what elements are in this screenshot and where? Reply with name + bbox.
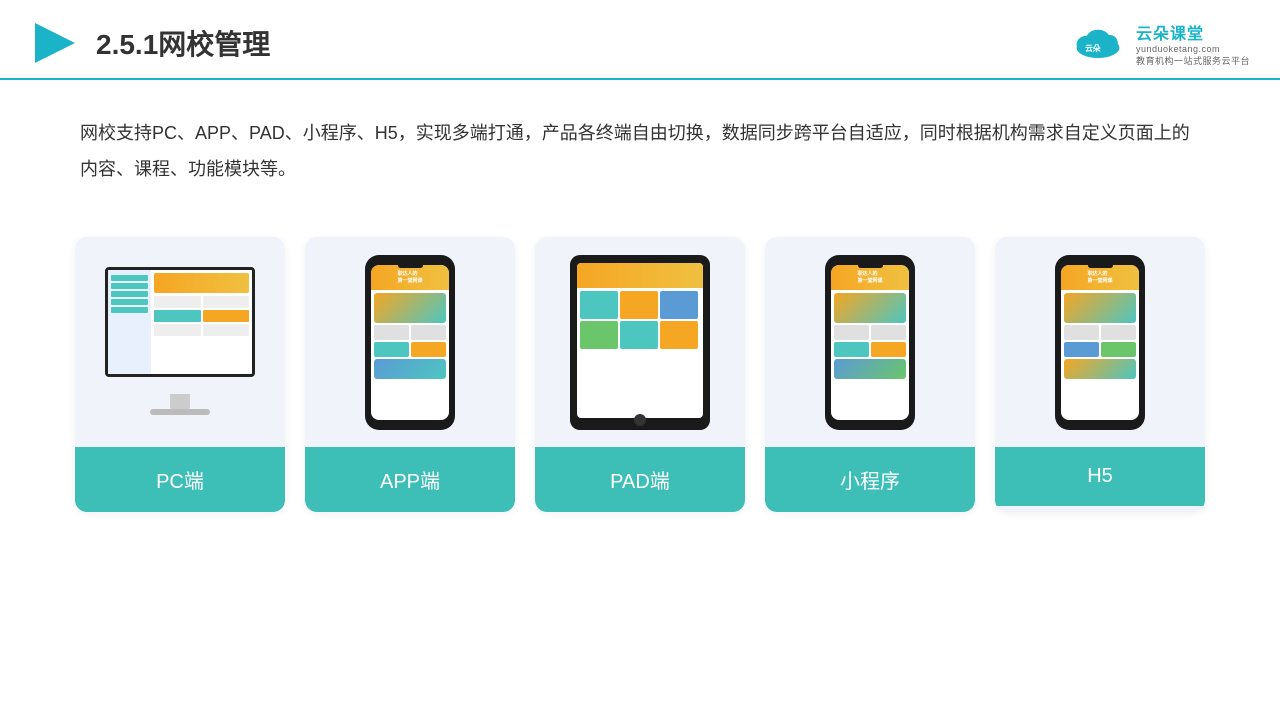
tablet-home-btn (634, 414, 646, 426)
pc-image-area (75, 237, 285, 447)
tablet-header (577, 263, 703, 288)
phone-card1 (374, 293, 446, 323)
pad-image-area (535, 237, 745, 447)
phone-card2 (374, 359, 446, 379)
monitor-base (150, 409, 210, 415)
cards-container: PC端 职达人的第一堂网课 (0, 217, 1280, 532)
miniprogram-label: 小程序 (765, 447, 975, 512)
tablet-content (577, 288, 703, 352)
pc-label: PC端 (75, 447, 285, 512)
miniprogram-image-area: 职达人的第一堂网课 (765, 237, 975, 447)
phone-screen-header-h5: 职达人的第一堂网课 (1061, 265, 1139, 290)
pad-label: PAD端 (535, 447, 745, 512)
phone-item1 (374, 325, 409, 340)
phone-screen-header: 职达人的第一堂网课 (371, 265, 449, 290)
phone-mockup-mini: 职达人的第一堂网课 (825, 255, 915, 430)
phone-screen-mini: 职达人的第一堂网课 (831, 265, 909, 420)
phone-notch-mini (858, 263, 883, 268)
phone-screen-content (371, 290, 449, 384)
description-paragraph: 网校支持PC、APP、PAD、小程序、H5，实现多端打通，产品各终端自由切换，数… (80, 115, 1200, 187)
phone-item4 (411, 342, 446, 357)
tablet-screen (577, 263, 703, 418)
tablet-block2 (620, 291, 658, 319)
monitor-screen (105, 267, 255, 377)
tablet-block4 (580, 321, 618, 349)
h5-card2 (1064, 359, 1136, 379)
description-text: 网校支持PC、APP、PAD、小程序、H5，实现多端打通，产品各终端自由切换，数… (0, 80, 1280, 207)
phone-item3 (374, 342, 409, 357)
monitor-mockup (95, 257, 265, 427)
card-pc: PC端 (75, 237, 285, 512)
h5-item1 (1064, 325, 1099, 340)
card-app: 职达人的第一堂网课 APP端 (305, 237, 515, 512)
card-pad: PAD端 (535, 237, 745, 512)
h5-item3 (1064, 342, 1099, 357)
mini-item4 (871, 342, 906, 357)
tablet-block3 (660, 291, 698, 319)
h5-label: H5 (995, 447, 1205, 506)
svg-text:云朵: 云朵 (1085, 43, 1101, 53)
h5-image-area: 职达人的第一堂网课 (995, 237, 1205, 447)
logo-name: 云朵课堂 (1136, 20, 1204, 44)
mini-item3 (834, 342, 869, 357)
app-image-area: 职达人的第一堂网课 (305, 237, 515, 447)
tablet-block1 (580, 291, 618, 319)
phone-mockup-app: 职达人的第一堂网课 (365, 255, 455, 430)
mini-card1 (834, 293, 906, 323)
logo-icon: 云朵 (1068, 23, 1128, 63)
phone-notch-h5 (1088, 263, 1113, 268)
mini-item1 (834, 325, 869, 340)
logo-url: yunduoketang.com (1136, 44, 1220, 54)
logo-area: 云朵 云朵课堂 yunduoketang.com 教育机构一站式服务云平台 (1068, 20, 1250, 67)
app-label: APP端 (305, 447, 515, 512)
page-title: 2.5.1网校管理 (96, 23, 270, 63)
h5-card1 (1064, 293, 1136, 323)
card-h5: 职达人的第一堂网课 H5 (995, 237, 1205, 512)
tablet-mockup (570, 255, 710, 430)
header-left: 2.5.1网校管理 (30, 18, 270, 68)
monitor-stand (170, 394, 190, 409)
tablet-block6 (660, 321, 698, 349)
logo-tagline: 教育机构一站式服务云平台 (1136, 54, 1250, 67)
page-header: 2.5.1网校管理 云朵 云朵课堂 yunduoketang.com 教育机构一… (0, 0, 1280, 80)
phone-mockup-h5: 职达人的第一堂网课 (1055, 255, 1145, 430)
tablet-block5 (620, 321, 658, 349)
phone-notch (398, 263, 423, 268)
phone-screen-content-mini (831, 290, 909, 384)
phone-item2 (411, 325, 446, 340)
mini-item2 (871, 325, 906, 340)
phone-screen-header-mini: 职达人的第一堂网课 (831, 265, 909, 290)
h5-item2 (1101, 325, 1136, 340)
h5-item4 (1101, 342, 1136, 357)
phone-screen-app: 职达人的第一堂网课 (371, 265, 449, 420)
mini-card2 (834, 359, 906, 379)
play-icon (30, 18, 80, 68)
phone-screen-content-h5 (1061, 290, 1139, 384)
phone-screen-h5: 职达人的第一堂网课 (1061, 265, 1139, 420)
logo-text: 云朵课堂 yunduoketang.com 教育机构一站式服务云平台 (1136, 20, 1250, 67)
card-miniprogram: 职达人的第一堂网课 小程序 (765, 237, 975, 512)
